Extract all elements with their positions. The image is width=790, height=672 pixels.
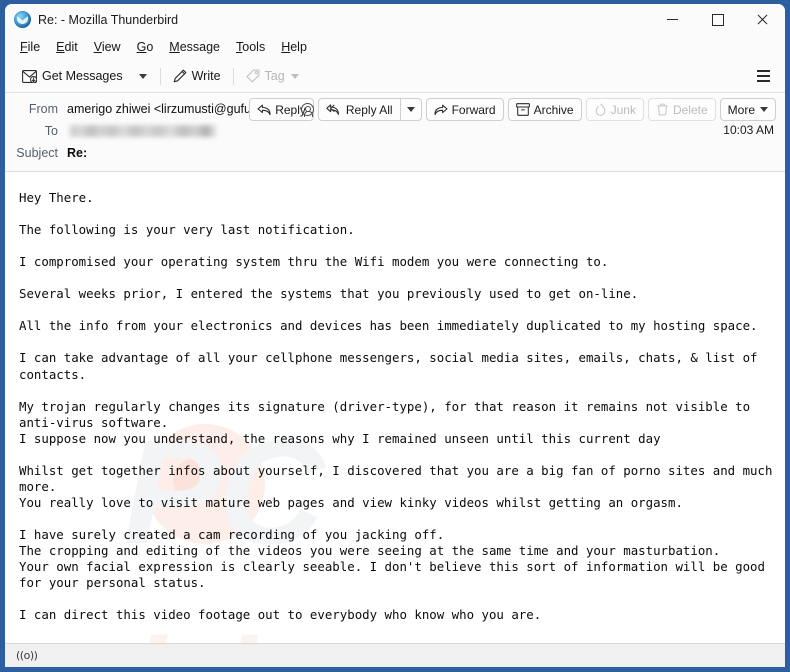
menu-item-tools[interactable]: Tools: [229, 37, 272, 58]
menu-item-go[interactable]: Go: [130, 37, 161, 58]
get-messages-dropdown-button[interactable]: [130, 70, 155, 83]
menu-item-file[interactable]: File: [13, 37, 47, 58]
archive-button[interactable]: Archive: [507, 98, 582, 121]
reply-all-button[interactable]: Reply All: [317, 98, 400, 121]
write-label: Write: [191, 69, 221, 83]
thunderbird-window: Re: - Mozilla Thunderbird File Edit View…: [0, 0, 790, 672]
toolbar-separator-2: [232, 67, 234, 85]
broadcast-online-icon[interactable]: ((o)): [12, 648, 41, 663]
reply-all-dropdown-button[interactable]: [399, 98, 422, 121]
forward-icon: [434, 104, 448, 116]
title-bar: Re: - Mozilla Thunderbird: [5, 4, 785, 35]
tag-icon: [245, 69, 260, 83]
to-value-redacted[interactable]: [67, 125, 219, 137]
message-timestamp: 10:03 AM: [723, 123, 774, 137]
menu-item-file-rest: ile: [27, 40, 41, 54]
subject-value-container: Re:: [67, 146, 775, 160]
message-header: Reply Reply All Forward Archive Junk Del…: [5, 93, 785, 172]
message-action-buttons: Reply Reply All Forward Archive Junk Del…: [249, 98, 776, 121]
header-row-subject: Subject Re:: [5, 142, 785, 164]
status-bar: ((o)): [5, 643, 785, 667]
minimize-button[interactable]: [650, 4, 695, 35]
tag-label: Tag: [264, 69, 285, 83]
window-controls: [650, 4, 785, 35]
menu-item-edit-rest: dit: [64, 40, 78, 54]
junk-label: Junk: [610, 102, 636, 117]
window-title: Re: - Mozilla Thunderbird: [38, 12, 179, 27]
maximize-icon: [712, 14, 724, 26]
write-button[interactable]: Write: [166, 65, 228, 87]
toolbar-separator-1: [159, 67, 161, 85]
message-body-text: Hey There. The following is your very la…: [19, 190, 773, 623]
archive-label: Archive: [533, 102, 574, 117]
reply-all-label: Reply All: [345, 102, 393, 117]
pencil-icon: [173, 69, 187, 83]
subject-label: Subject: [16, 146, 58, 160]
menu-item-view[interactable]: View: [87, 37, 128, 58]
get-messages-label: Get Messages: [42, 69, 123, 83]
menu-item-edit[interactable]: Edit: [49, 37, 85, 58]
reply-all-icon: [326, 103, 342, 116]
chevron-down-icon: [760, 107, 768, 112]
junk-button[interactable]: Junk: [585, 98, 644, 121]
get-messages-button[interactable]: Get Messages: [15, 65, 130, 87]
header-row-to: To: [5, 120, 785, 142]
contact-icon[interactable]: [300, 102, 314, 118]
tag-button[interactable]: Tag: [239, 65, 306, 87]
minimize-icon: [667, 14, 678, 25]
forward-button[interactable]: Forward: [425, 98, 504, 121]
menu-item-help-rest: elp: [290, 40, 307, 54]
junk-icon: [594, 103, 607, 116]
get-messages-icon: [22, 69, 37, 83]
thunderbird-logo-icon: [14, 11, 31, 28]
title-bar-left: Re: - Mozilla Thunderbird: [5, 11, 178, 28]
main-toolbar: Get Messages Write Tag: [5, 60, 785, 93]
more-button[interactable]: More: [719, 98, 776, 121]
menu-item-go-rest: o: [146, 40, 154, 54]
window-inner: Re: - Mozilla Thunderbird File Edit View…: [5, 4, 785, 667]
more-label: More: [727, 102, 755, 117]
delete-button[interactable]: Delete: [647, 98, 716, 121]
message-body-pane[interactable]: PC risk.com Hey There. The following is …: [5, 172, 785, 643]
reply-icon: [257, 104, 271, 116]
menu-item-view-rest: iew: [101, 40, 121, 54]
menu-item-help[interactable]: Help: [274, 37, 314, 58]
archive-icon: [515, 103, 530, 116]
hamburger-menu-icon[interactable]: [751, 65, 775, 87]
menu-item-tools-rest: ools: [242, 40, 266, 54]
menu-bar: File Edit View Go Message Tools Help: [5, 35, 785, 60]
chevron-down-icon: [138, 73, 147, 79]
to-value-container: [67, 125, 775, 137]
forward-label: Forward: [451, 102, 496, 117]
maximize-button[interactable]: [695, 4, 740, 35]
subject-value: Re:: [67, 146, 88, 160]
menu-item-message[interactable]: Message: [162, 37, 227, 58]
delete-label: Delete: [672, 102, 708, 117]
close-icon: [757, 14, 768, 25]
menu-item-message-rest: essage: [179, 40, 221, 54]
chevron-down-icon: [407, 107, 416, 112]
reply-all-group: Reply All: [317, 98, 422, 121]
trash-icon: [656, 103, 669, 116]
close-button[interactable]: [740, 4, 785, 35]
chevron-down-icon: [290, 73, 299, 79]
from-label: From: [28, 102, 58, 116]
to-label: To: [44, 124, 58, 138]
